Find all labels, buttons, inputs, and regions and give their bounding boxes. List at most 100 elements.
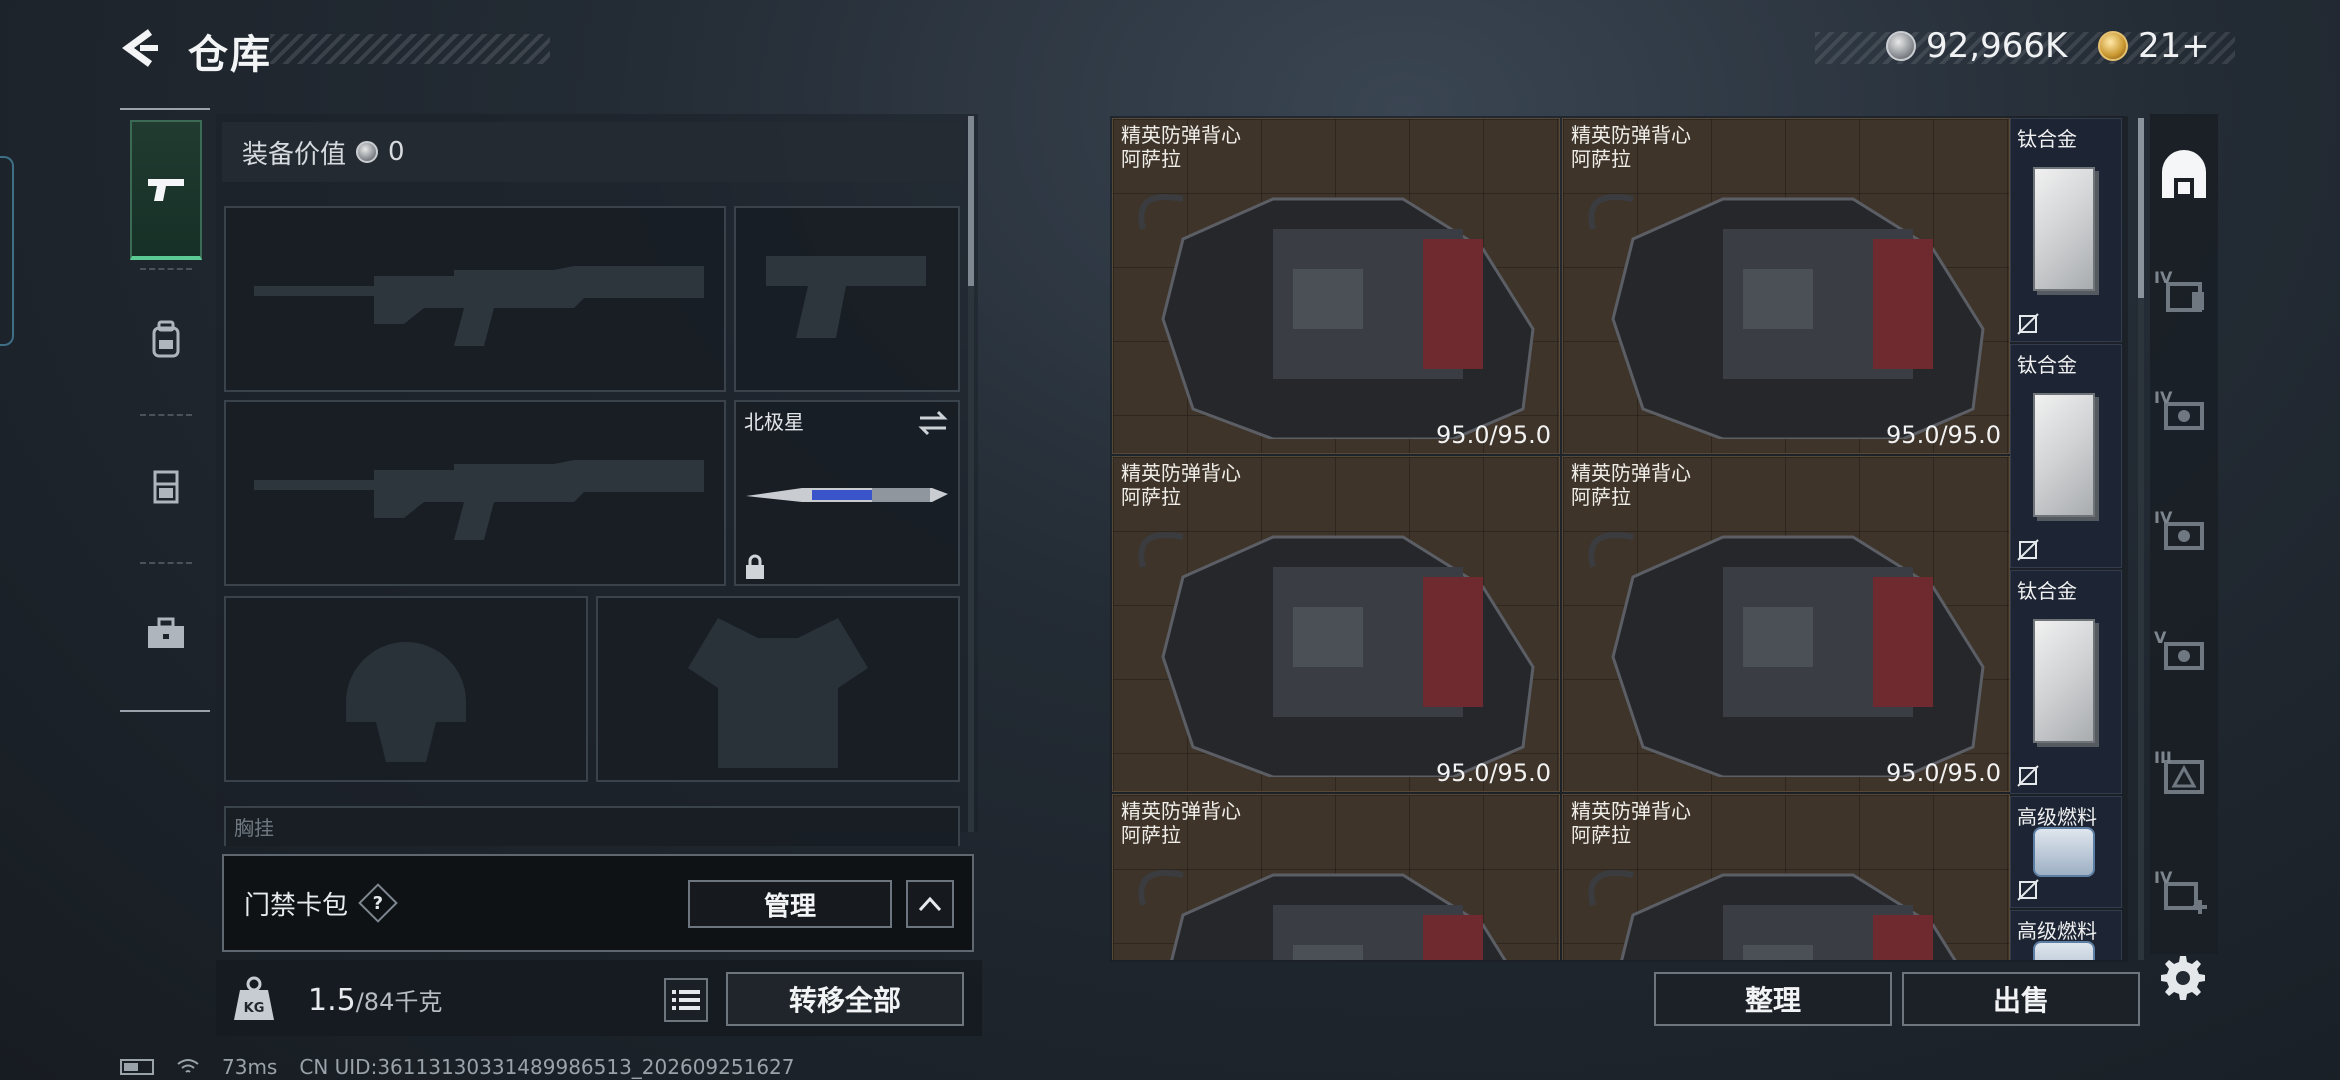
tab-medical-station[interactable]: IV [2150,838,2218,954]
equipment-value-label: 装备价值 [242,139,347,170]
swap-icon[interactable] [918,410,948,436]
chest-rig-label: 胸挂 [234,816,274,840]
silver-amount: 92,966K [1926,26,2068,66]
storage-item-vest[interactable]: 精英防弹背心 阿萨拉 95.0/95.0 [1112,456,1560,792]
armor-vest-icon [1588,194,1985,439]
facility-level: V [2154,628,2167,647]
item-origin: 阿萨拉 [1121,147,1181,171]
armor-vest-icon [1138,532,1535,777]
wifi-icon [177,1059,199,1073]
storage-item-titanium[interactable]: 钛合金 [2010,344,2122,568]
transfer-all-button[interactable]: 转移全部 [726,972,964,1026]
storage-scroll-thumb[interactable] [2138,118,2144,298]
item-name: 精英防弹背心 [1121,461,1241,485]
storage-item-fuel[interactable]: 高级燃料 [2010,796,2122,908]
tab-tech-station[interactable]: IV [2150,358,2218,474]
helmet-slot[interactable] [224,596,588,782]
title-decoration [270,34,550,64]
storage-item-titanium[interactable]: 钛合金 [2010,570,2122,794]
tab-gun-station[interactable]: IV [2150,478,2218,594]
weight-icon: KG [234,976,274,1020]
sell-button[interactable]: 出售 [1902,972,2140,1026]
item-origin: 阿萨拉 [1571,823,1631,847]
sort-button[interactable]: 整理 [1654,972,1892,1026]
collapse-button[interactable] [906,880,954,928]
weight-readout: 1.5/84千克 [308,982,442,1018]
facility-level: IV [2154,388,2173,407]
facility-level: IV [2154,268,2173,287]
secondary-weapon-slot[interactable] [224,400,726,586]
tab-storage[interactable] [2150,118,2218,234]
ping-readout: 73ms [222,1055,278,1079]
equipment-scroll-thumb[interactable] [968,116,974,286]
facility-level: IV [2154,868,2173,887]
fuel-can-icon [2033,827,2095,877]
silver-coin-icon [356,141,379,163]
backpack-icon [152,320,180,358]
facility-tabs: IV IV IV V III IV [2150,114,2218,954]
battery-icon [120,1059,154,1075]
lock-icon [746,554,764,579]
storage-item-fuel[interactable]: 高级燃料 [2010,910,2122,960]
item-name: 钛合金 [2017,579,2077,603]
item-origin: 阿萨拉 [1571,485,1631,509]
storage-item-vest[interactable]: 精英防弹背心 阿萨拉 [1112,794,1560,960]
armor-vest-icon [1588,532,1985,777]
item-durability: 95.0/95.0 [1886,421,2001,449]
unbound-icon [2017,539,2039,561]
chest-rig-slot[interactable]: 胸挂 [224,806,960,846]
armor-slot[interactable] [596,596,960,782]
item-name: 精英防弹背心 [1571,461,1691,485]
gold-currency[interactable]: 21+ [2098,26,2210,66]
svg-text:KG: KG [244,1001,265,1016]
list-view-button[interactable] [664,978,708,1022]
silver-coin-icon [1886,31,1916,61]
tab-pharmacy[interactable]: III [2150,718,2218,834]
user-uid: CN UID:3611313033148998651​3_20260925162… [299,1055,795,1079]
equipment-value-bar: 装备价值 0 [222,122,964,182]
vest-silhouette-icon [688,618,868,768]
manage-button[interactable]: 管理 [688,880,892,928]
storage-item-vest[interactable]: 精英防弹背心 阿萨拉 95.0/95.0 [1562,456,2010,792]
left-edge-tab [0,156,14,346]
tab-chest-rig[interactable] [130,416,202,556]
item-origin: 阿萨拉 [1121,823,1181,847]
facility-level: IV [2154,508,2173,527]
tab-weapons[interactable] [130,120,202,260]
storage-item-titanium[interactable]: 钛合金 [2010,118,2122,342]
left-category-tabs [120,108,210,712]
silver-currency[interactable]: 92,966K [1886,26,2067,66]
gear-icon[interactable] [2160,954,2206,1000]
storage-item-vest[interactable]: 精英防弹背心 阿萨拉 95.0/95.0 [1562,118,2010,454]
gold-coin-icon [2098,31,2128,61]
titanium-plate-icon [2033,167,2095,291]
pistol-icon [148,179,184,201]
tab-toolbox[interactable] [130,564,202,704]
chest-rig-icon [153,470,179,504]
equipment-value: 0 [388,137,405,167]
armor-vest-icon [1138,194,1535,439]
item-durability: 95.0/95.0 [1436,759,1551,787]
status-bar: 73ms CN UID:3611313033148998651​3_202609… [120,1055,795,1079]
melee-slot[interactable]: 北极星 [734,400,960,586]
unbound-icon [2017,765,2039,787]
item-durability: 95.0/95.0 [1886,759,2001,787]
storage-icon [2162,150,2206,198]
chevron-up-icon [918,896,942,912]
storage-item-vest[interactable]: 精英防弹背心 阿萨拉 [1562,794,2010,960]
tab-armor-station[interactable]: V [2150,598,2218,714]
storage-item-vest[interactable]: 精英防弹背心 阿萨拉 95.0/95.0 [1112,118,1560,454]
tab-workbench[interactable]: IV [2150,238,2218,354]
item-name: 精英防弹背心 [1571,799,1691,823]
tab-backpack[interactable] [130,270,202,410]
fuel-can-icon [2033,941,2095,960]
pistol-silhouette-icon [766,256,926,338]
help-icon[interactable]: ? [358,883,398,923]
page-title: 仓库 [188,32,272,78]
primary-weapon-slot[interactable] [224,206,726,392]
back-arrow-icon[interactable] [118,26,162,70]
knife-icon [746,488,948,502]
item-name: 精英防弹背心 [1121,799,1241,823]
assault-rifle-silhouette-icon [254,460,704,540]
pistol-slot[interactable] [734,206,960,392]
